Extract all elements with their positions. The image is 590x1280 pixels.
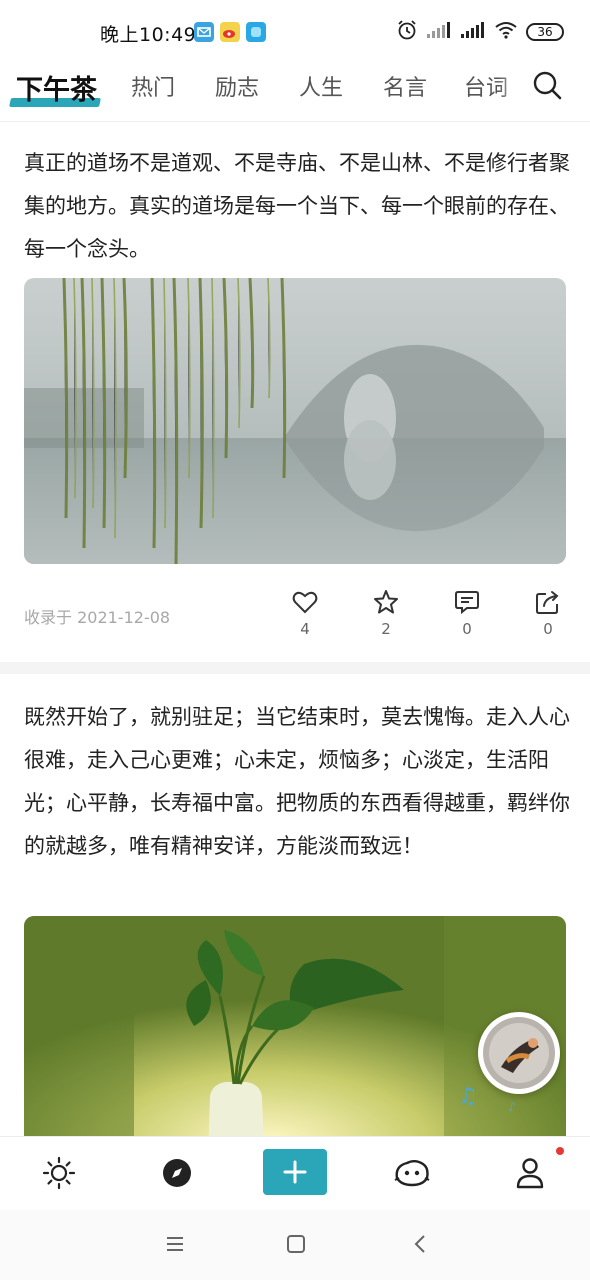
bottom-nav (0, 1136, 590, 1210)
comment-icon (455, 591, 479, 615)
add-post-button[interactable] (263, 1149, 327, 1195)
tab-inspirational[interactable]: 励志 (215, 70, 259, 102)
favorite-count: 2 (381, 620, 391, 638)
battery-icon: 36 (526, 23, 564, 41)
comment-count: 0 (462, 620, 472, 638)
status-right: 36 (396, 20, 564, 44)
user-icon[interactable] (510, 1153, 550, 1193)
signal-icon (426, 21, 452, 43)
post-image-misty-bridge[interactable] (24, 278, 566, 564)
tab-quotes[interactable]: 名言 (383, 70, 427, 102)
face-icon[interactable] (392, 1153, 432, 1193)
post-text[interactable]: 既然开始了，就别驻足；当它结束时，莫去愧悔。走入人心很难，走入己心更难；心未定，… (24, 696, 572, 868)
blue-app-icon (246, 22, 266, 42)
tab-popular[interactable]: 热门 (131, 70, 175, 102)
music-player-float[interactable] (478, 1012, 560, 1094)
home-icon[interactable] (282, 1230, 310, 1258)
alarm-icon (396, 19, 418, 45)
category-tab-bar: 下午茶 热门 励志 人生 名言 台词 (0, 62, 590, 122)
music-disc-avatar (483, 1017, 555, 1089)
comment-button[interactable]: 0 (447, 588, 487, 638)
post-text[interactable]: 真正的道场不是道观、不是寺庙、不是山林、不是修行者聚集的地方。真实的道场是每一个… (24, 142, 572, 271)
star-icon (374, 590, 398, 614)
search-icon[interactable] (530, 68, 564, 102)
heart-icon (292, 591, 318, 614)
post-divider (0, 662, 590, 674)
plus-icon (283, 1160, 307, 1184)
music-note-icon: ♫ (458, 1084, 478, 1109)
share-icon (536, 591, 559, 614)
post-date: 收录于 2021-12-08 (24, 608, 171, 627)
tab-life[interactable]: 人生 (299, 70, 343, 102)
music-note-icon: ♪ (508, 1100, 516, 1114)
menu-icon[interactable] (161, 1230, 189, 1258)
sun-icon[interactable] (39, 1153, 79, 1193)
weibo-icon (220, 22, 240, 42)
like-button[interactable]: 4 (285, 588, 325, 638)
status-bar: 晚上10:49 36 (0, 0, 590, 62)
favorite-button[interactable]: 2 (366, 588, 406, 638)
system-nav-bar (0, 1210, 590, 1280)
notification-dot (556, 1147, 564, 1155)
share-button[interactable]: 0 (528, 588, 568, 638)
tab-scroll-fade (498, 62, 528, 118)
back-icon[interactable] (406, 1230, 434, 1258)
like-count: 4 (300, 620, 310, 638)
compass-icon[interactable] (157, 1153, 197, 1193)
status-time: 晚上10:49 (100, 24, 197, 46)
mail-app-icon (194, 22, 214, 42)
signal-icon (460, 21, 486, 43)
wifi-icon (494, 21, 518, 43)
tab-afternoon-tea[interactable]: 下午茶 (16, 68, 97, 107)
share-count: 0 (543, 620, 553, 638)
